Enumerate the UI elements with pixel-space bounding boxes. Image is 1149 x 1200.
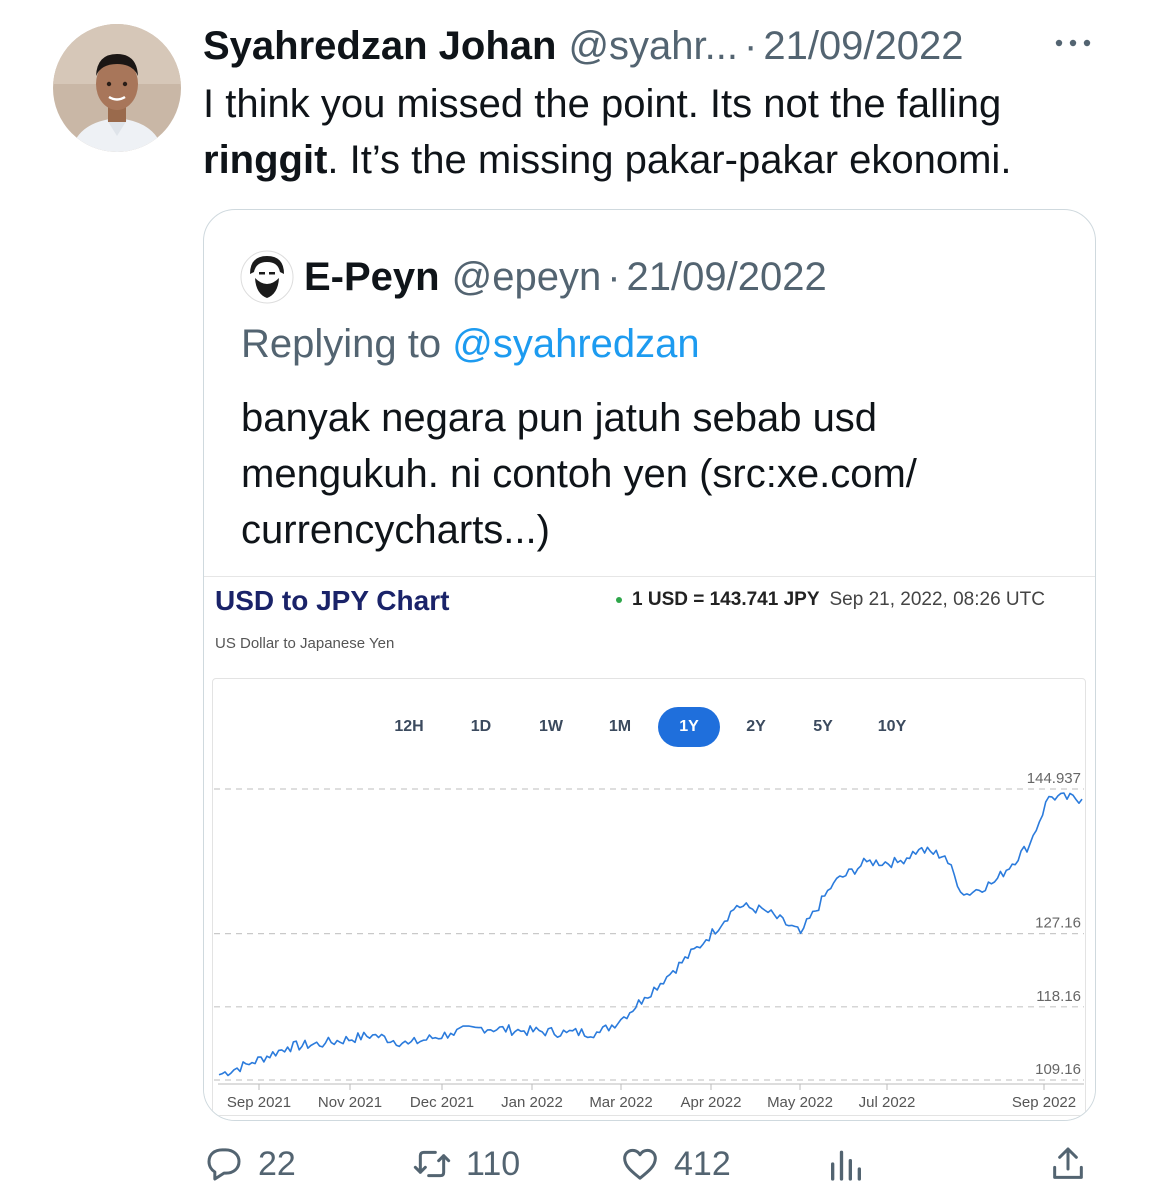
y-tick-label: 127.16 [1035,915,1081,932]
reply-count: 22 [258,1144,296,1183]
usd-jpy-series-line [218,792,1083,1077]
y-tick-label: 118.16 [1036,988,1081,1005]
tweet-date[interactable]: 21/09/2022 [763,24,963,69]
author-handle[interactable]: @syahr... [568,24,738,69]
replying-mention[interactable]: @syahredzan [452,322,699,366]
author-avatar[interactable] [53,24,181,152]
x-tick-label: Nov 2021 [318,1094,382,1111]
views-button[interactable] [826,1144,866,1184]
header-separator: · [744,23,758,68]
quote-header-separator: · [607,254,621,299]
share-button[interactable] [1048,1144,1088,1184]
quote-header: E-Peyn @epeyn · 21/09/2022 [304,250,827,304]
retweet-icon [413,1150,451,1178]
retweet-count: 110 [466,1144,521,1183]
x-tick-label: Apr 2022 [681,1094,742,1111]
quote-text: banyak negara pun jatuh sebab usd menguk… [241,396,917,552]
views-icon [831,1150,861,1181]
x-tick-label: Sep 2021 [227,1094,291,1111]
action-bar: 22 110 412 [0,1140,1149,1196]
x-tick-label: Jan 2022 [501,1094,563,1111]
quote-date: 21/09/2022 [626,254,827,299]
quote-author-name: E-Peyn [304,254,440,299]
quote-author-handle: @epeyn [451,254,602,299]
tweet-text: I think you missed the point. Its not th… [203,76,1113,188]
like-count: 412 [674,1144,731,1183]
x-tick-label: Dec 2021 [410,1094,474,1111]
replying-to: Replying to @syahredzan [241,322,700,367]
x-tick-label: Mar 2022 [589,1094,652,1111]
like-icon [623,1148,657,1180]
author-name[interactable]: Syahredzan Johan [203,24,556,69]
y-tick-label: 144.937 [1027,770,1081,787]
share-icon [1053,1147,1083,1179]
more-icon[interactable] [1052,28,1094,58]
tweet-text-bold: ringgit [203,138,328,182]
like-button[interactable]: 412 [620,1144,731,1184]
tweet-text-part: . It’s the missing pakar-pakar ekonomi. [327,138,1012,182]
replying-label: Replying to [241,322,453,366]
x-tick-label: Jul 2022 [859,1094,916,1111]
y-tick-label: 109.16 [1035,1061,1081,1078]
tweet-header: Syahredzan Johan @syahr... · 21/09/2022 [203,20,1103,72]
x-tick-label: May 2022 [767,1094,833,1111]
tweet-text-part: I think you missed the point. Its not th… [203,82,1002,126]
retweet-button[interactable]: 110 [412,1144,520,1184]
quote-media-image[interactable]: USD to JPY Chart US Dollar to Japanese Y… [204,576,1095,1120]
reply-icon [207,1148,241,1181]
quoted-tweet[interactable]: E-Peyn @epeyn · 21/09/2022 Replying to @… [203,209,1096,1121]
line-chart: 109.16 118.16 127.16 144.937 Sep 2021 Nov 202… [214,770,1084,1111]
reply-button[interactable]: 22 [204,1144,296,1184]
quote-author-avatar [240,250,294,304]
x-tick-label: Sep 2022 [1012,1094,1076,1111]
